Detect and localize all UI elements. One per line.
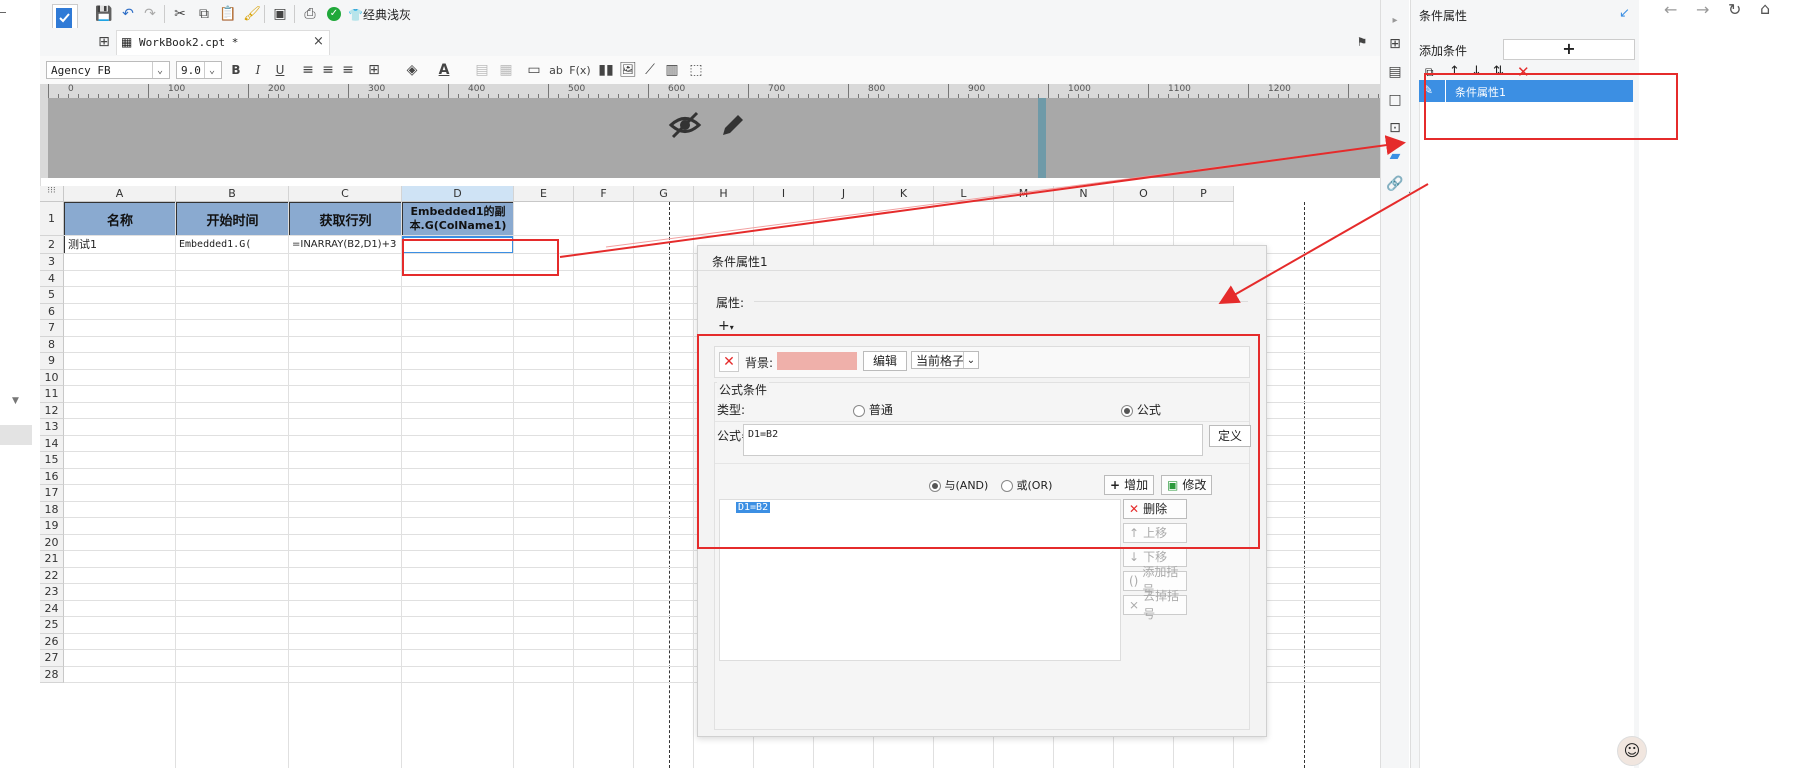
arrow-to-dialog bbox=[1218, 183, 1429, 304]
annotation-arrows bbox=[559, 135, 1429, 304]
arrow-to-panel bbox=[559, 135, 1406, 258]
